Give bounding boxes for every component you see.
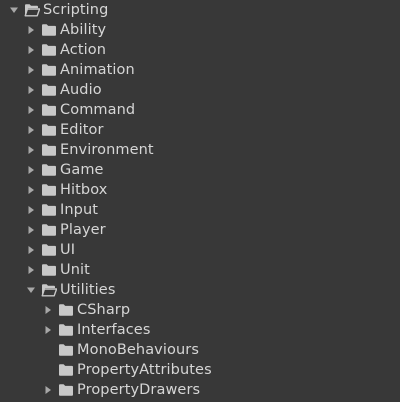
tree-item-game[interactable]: Game	[0, 160, 400, 180]
tree-item-label: Game	[60, 162, 104, 178]
tree-item-label: Hitbox	[60, 182, 108, 198]
tree-item-label: UI	[60, 242, 76, 258]
arrow-spacer	[42, 360, 54, 380]
tree-item-ui[interactable]: UI	[0, 240, 400, 260]
folder-icon	[41, 160, 57, 180]
collapsed-arrow-icon[interactable]	[42, 380, 54, 400]
collapsed-arrow-icon[interactable]	[25, 120, 37, 140]
tree-item-animation[interactable]: Animation	[0, 60, 400, 80]
tree-item-utilities[interactable]: Utilities	[0, 280, 400, 300]
folder-icon	[41, 180, 57, 200]
collapsed-arrow-icon[interactable]	[25, 200, 37, 220]
tree-item-scripting[interactable]: Scripting	[0, 0, 400, 20]
collapsed-arrow-icon[interactable]	[25, 180, 37, 200]
collapsed-arrow-icon[interactable]	[25, 40, 37, 60]
project-folder-tree: Scripting Ability Action Animation Audio Comm…	[0, 0, 400, 402]
tree-item-label: PropertyDrawers	[77, 382, 201, 398]
tree-item-label: Environment	[60, 142, 154, 158]
folder-icon	[41, 100, 57, 120]
folder-icon	[58, 360, 74, 380]
collapsed-arrow-icon[interactable]	[25, 160, 37, 180]
folder-icon	[41, 40, 57, 60]
collapsed-arrow-icon[interactable]	[25, 20, 37, 40]
folder-icon	[58, 300, 74, 320]
tree-item-propertyattributes[interactable]: PropertyAttributes	[0, 360, 400, 380]
tree-item-label: Audio	[60, 82, 102, 98]
folder-icon	[41, 20, 57, 40]
tree-item-label: Command	[60, 102, 136, 118]
folder-icon	[41, 80, 57, 100]
folder-icon	[41, 200, 57, 220]
collapsed-arrow-icon[interactable]	[25, 100, 37, 120]
tree-item-ability[interactable]: Ability	[0, 20, 400, 40]
collapsed-arrow-icon[interactable]	[25, 220, 37, 240]
folder-icon	[41, 60, 57, 80]
tree-item-label: Input	[60, 202, 99, 218]
tree-item-label: Editor	[60, 122, 104, 138]
collapsed-arrow-icon[interactable]	[25, 140, 37, 160]
collapsed-arrow-icon[interactable]	[42, 320, 54, 340]
folder-icon	[58, 380, 74, 400]
tree-item-unit[interactable]: Unit	[0, 260, 400, 280]
folder-icon	[58, 320, 74, 340]
folder-icon	[41, 260, 57, 280]
folder-icon	[58, 340, 74, 360]
open-folder-icon	[41, 280, 57, 300]
tree-item-label: Action	[60, 42, 107, 58]
tree-item-label: PropertyAttributes	[77, 362, 212, 378]
tree-item-editor[interactable]: Editor	[0, 120, 400, 140]
expanded-arrow-icon[interactable]	[8, 0, 20, 20]
collapsed-arrow-icon[interactable]	[25, 60, 37, 80]
collapsed-arrow-icon[interactable]	[25, 80, 37, 100]
collapsed-arrow-icon[interactable]	[25, 260, 37, 280]
tree-item-label: Scripting	[43, 2, 109, 18]
tree-item-csharp[interactable]: CSharp	[0, 300, 400, 320]
tree-item-input[interactable]: Input	[0, 200, 400, 220]
tree-item-label: Interfaces	[77, 322, 151, 338]
tree-item-interfaces[interactable]: Interfaces	[0, 320, 400, 340]
collapsed-arrow-icon[interactable]	[25, 240, 37, 260]
tree-item-label: Animation	[60, 62, 135, 78]
folder-icon	[41, 120, 57, 140]
tree-item-label: CSharp	[77, 302, 131, 318]
tree-item-label: MonoBehaviours	[77, 342, 199, 358]
tree-item-environment[interactable]: Environment	[0, 140, 400, 160]
tree-item-action[interactable]: Action	[0, 40, 400, 60]
tree-item-command[interactable]: Command	[0, 100, 400, 120]
tree-item-monobehaviours[interactable]: MonoBehaviours	[0, 340, 400, 360]
folder-icon	[41, 220, 57, 240]
tree-item-audio[interactable]: Audio	[0, 80, 400, 100]
tree-item-hitbox[interactable]: Hitbox	[0, 180, 400, 200]
folder-icon	[41, 140, 57, 160]
open-folder-icon	[24, 0, 40, 20]
folder-icon	[41, 240, 57, 260]
tree-item-label: Unit	[60, 262, 90, 278]
expanded-arrow-icon[interactable]	[25, 280, 37, 300]
tree-item-label: Ability	[60, 22, 107, 38]
collapsed-arrow-icon[interactable]	[42, 300, 54, 320]
tree-item-label: Player	[60, 222, 106, 238]
tree-item-label: Utilities	[60, 282, 116, 298]
tree-item-player[interactable]: Player	[0, 220, 400, 240]
arrow-spacer	[42, 340, 54, 360]
tree-item-propertydrawers[interactable]: PropertyDrawers	[0, 380, 400, 400]
